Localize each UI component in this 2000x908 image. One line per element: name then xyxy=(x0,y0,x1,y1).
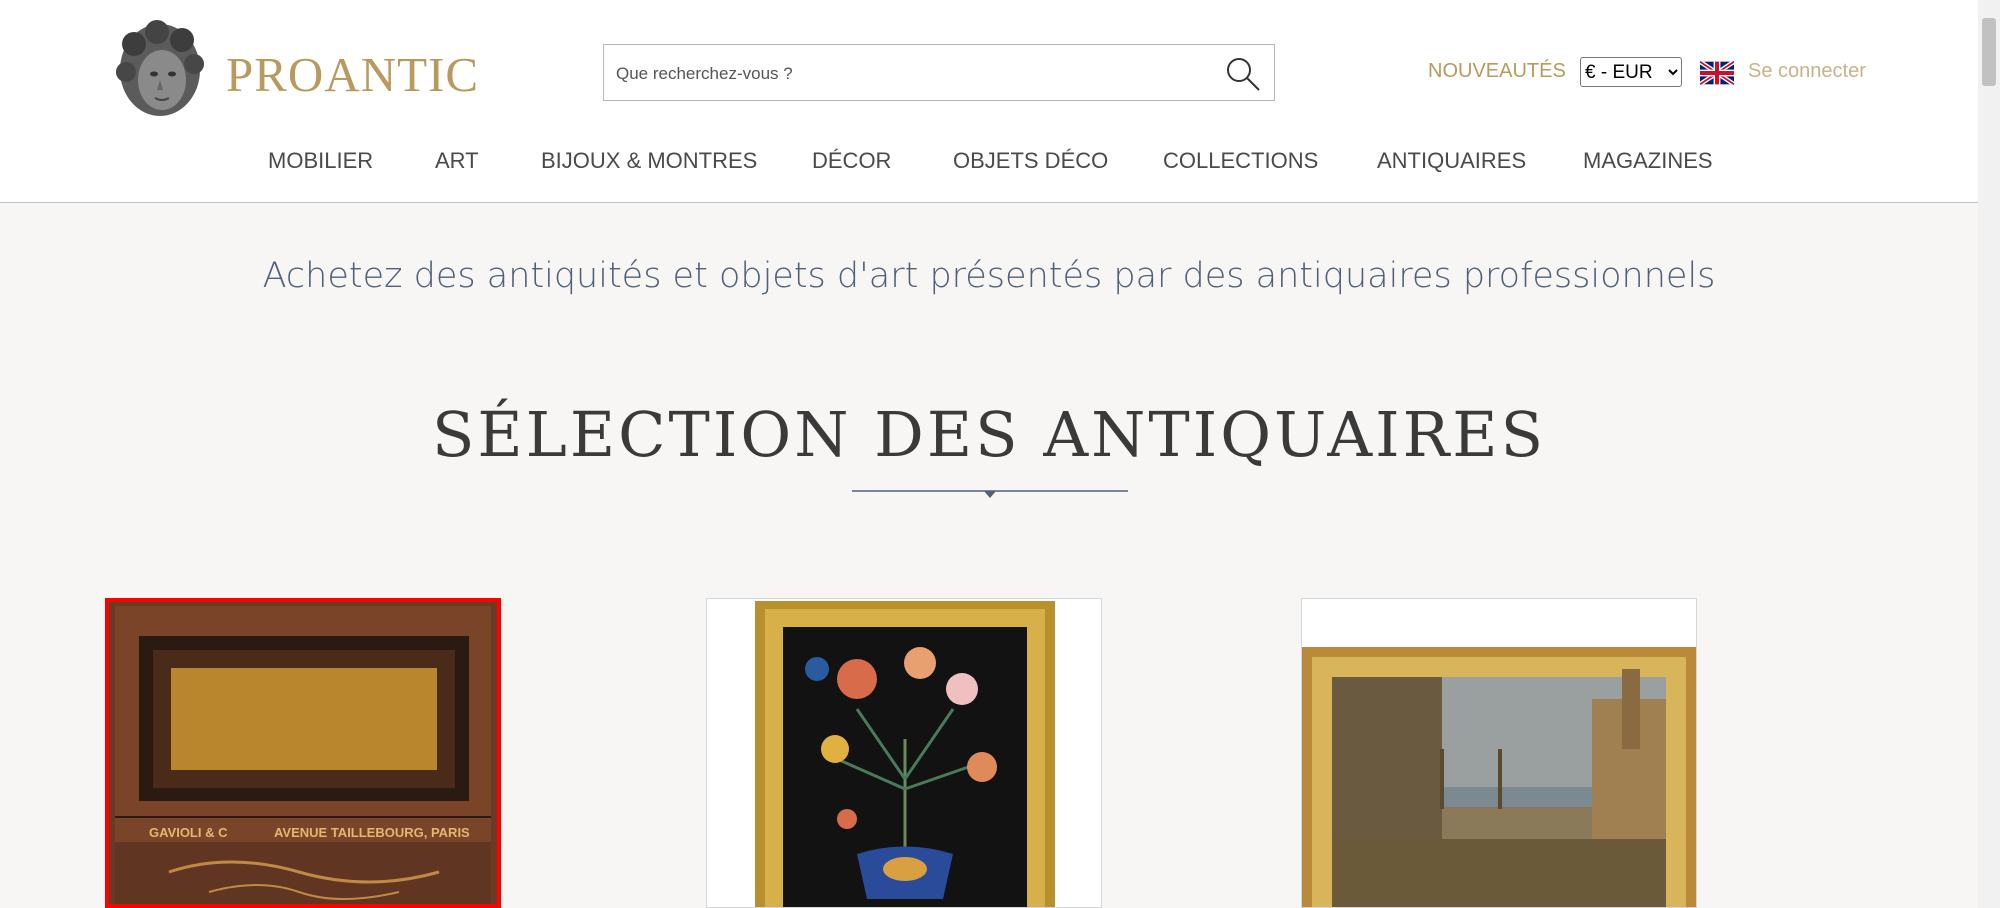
nav-item-magazines[interactable]: MAGAZINES xyxy=(1583,148,1713,174)
uk-flag-icon[interactable] xyxy=(1700,61,1734,85)
title-divider xyxy=(852,490,1128,498)
login-link[interactable]: Se connecter xyxy=(1748,60,1866,83)
site-header: PROANTIC NOUVEAUTÉS € - EUR Se connecter… xyxy=(0,0,1978,203)
nav-item-mobilier[interactable]: MOBILIER xyxy=(268,148,373,174)
cherub-logo-icon[interactable] xyxy=(112,20,208,122)
nav-item-objets-deco[interactable]: OBJETS DÉCO xyxy=(953,148,1108,174)
product-card-2[interactable] xyxy=(706,598,1102,908)
nav-item-decor[interactable]: DÉCOR xyxy=(812,148,891,174)
tagline: Achetez des antiquités et objets d'art p… xyxy=(262,256,1716,296)
search-input[interactable] xyxy=(614,45,1208,102)
product-card-3[interactable] xyxy=(1301,598,1697,908)
search-box xyxy=(603,44,1275,102)
search-icon[interactable] xyxy=(1224,55,1262,93)
product-image-3 xyxy=(1302,599,1696,907)
svg-text:AVENUE TAILLEBOURG, PARIS: AVENUE TAILLEBOURG, PARIS xyxy=(274,825,470,840)
currency-select[interactable]: € - EUR xyxy=(1580,57,1682,87)
nav-item-bijoux-montres[interactable]: BIJOUX & MONTRES xyxy=(541,148,757,174)
brand-name[interactable]: PROANTIC xyxy=(226,46,479,103)
product-card-1[interactable]: GAVIOLI & C AVENUE TAILLEBOURG, PARIS xyxy=(105,598,501,908)
vertical-scrollbar[interactable] xyxy=(1978,0,2000,908)
nav-item-antiquaires[interactable]: ANTIQUAIRES xyxy=(1377,148,1526,174)
new-arrivals-link[interactable]: NOUVEAUTÉS xyxy=(1428,60,1566,83)
scrollbar-thumb[interactable] xyxy=(1982,18,1996,86)
nav-item-art[interactable]: ART xyxy=(435,148,479,174)
card-1-inscription: GAVIOLI & C xyxy=(149,825,228,840)
nav-item-collections[interactable]: COLLECTIONS xyxy=(1163,148,1318,174)
product-image-1: GAVIOLI & C AVENUE TAILLEBOURG, PARIS xyxy=(109,602,497,904)
section-title: SÉLECTION DES ANTIQUAIRES xyxy=(431,398,1547,471)
product-image-2 xyxy=(707,599,1101,907)
main-nav: MOBILIER ART BIJOUX & MONTRES DÉCOR OBJE… xyxy=(0,148,1978,178)
